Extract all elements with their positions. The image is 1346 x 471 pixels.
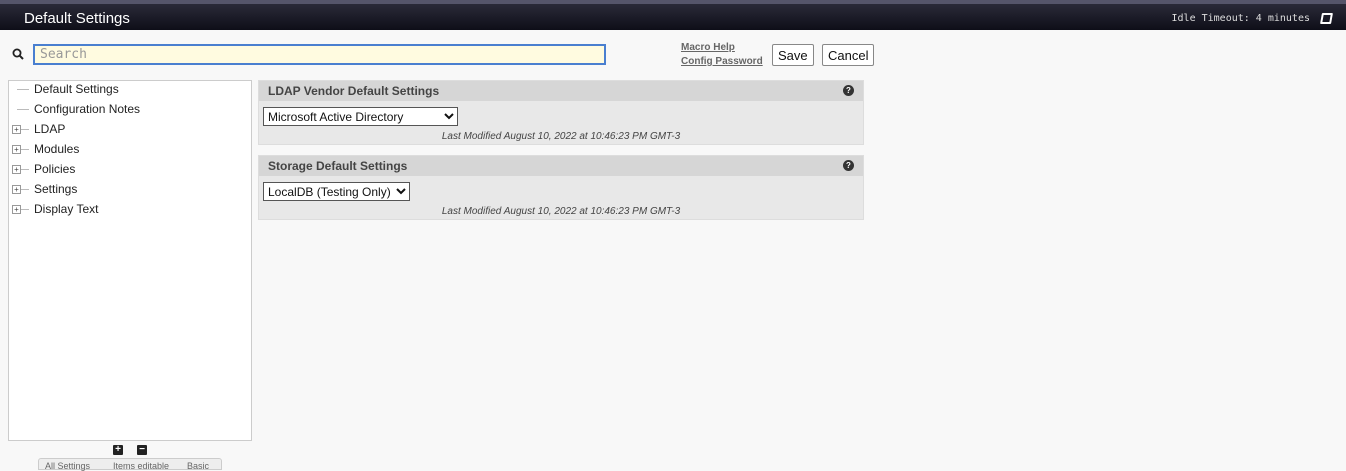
help-links: Macro Help Config Password [681,41,763,69]
expand-all-icon[interactable]: + [113,445,123,455]
expand-icon[interactable]: + [12,205,21,214]
tab-items-editable[interactable]: Items editable [113,461,169,471]
search-icon [12,48,24,60]
tree-item-modules[interactable]: + Modules [9,141,249,161]
panel-title: LDAP Vendor Default Settings [268,84,440,98]
macro-help-link[interactable]: Macro Help [681,41,763,55]
tree-item-label: Display Text [34,202,99,216]
panel-header: Storage Default Settings ? [259,156,863,176]
expand-icon[interactable]: + [12,125,21,134]
settings-tree: Default Settings Configuration Notes + L… [8,80,252,441]
help-icon[interactable]: ? [843,85,854,96]
search-input[interactable] [33,44,606,65]
tree-item-label: Settings [34,182,78,196]
view-tabs: All Settings Items editable Basic [38,458,222,471]
page-title: Default Settings [24,10,130,27]
book-icon[interactable] [1320,13,1333,24]
ldap-vendor-panel: LDAP Vendor Default Settings ? Microsoft… [258,80,864,145]
last-modified-text: Last Modified August 10, 2022 at 10:46:2… [441,206,681,217]
storage-panel: Storage Default Settings ? LocalDB (Test… [258,155,864,220]
expand-icon[interactable]: + [12,145,21,154]
collapse-all-icon[interactable]: − [137,445,147,455]
tree-item-display-text[interactable]: + Display Text [9,201,249,221]
tree-item-configuration-notes[interactable]: Configuration Notes [9,101,249,121]
title-bar: Default Settings Idle Timeout: 4 minutes [0,0,1346,30]
tab-basic[interactable]: Basic [187,461,209,471]
ldap-vendor-select[interactable]: Microsoft Active Directory [263,107,458,126]
panel-title: Storage Default Settings [268,159,408,173]
tree-item-label: Default Settings [34,82,119,96]
tree-item-label: Policies [34,162,76,176]
tree-item-settings[interactable]: + Settings [9,181,249,201]
tree-item-label: Configuration Notes [34,102,141,116]
cancel-button[interactable]: Cancel [822,44,875,66]
help-icon[interactable]: ? [843,160,854,171]
tab-all-settings[interactable]: All Settings [45,461,90,471]
tree-item-policies[interactable]: + Policies [9,161,249,181]
tree-item-default-settings[interactable]: Default Settings [9,81,249,101]
tree-item-label: Modules [34,142,80,156]
panel-header: LDAP Vendor Default Settings ? [259,81,863,101]
save-button[interactable]: Save [772,44,814,66]
idle-timeout-text: Idle Timeout: 4 minutes [1171,13,1310,24]
tree-item-label: LDAP [34,122,66,136]
tree-item-ldap[interactable]: + LDAP [9,121,249,141]
storage-select[interactable]: LocalDB (Testing Only) [263,182,410,201]
expand-icon[interactable]: + [12,185,21,194]
config-password-link[interactable]: Config Password [681,55,763,69]
last-modified-text: Last Modified August 10, 2022 at 10:46:2… [441,131,681,142]
expand-icon[interactable]: + [12,165,21,174]
